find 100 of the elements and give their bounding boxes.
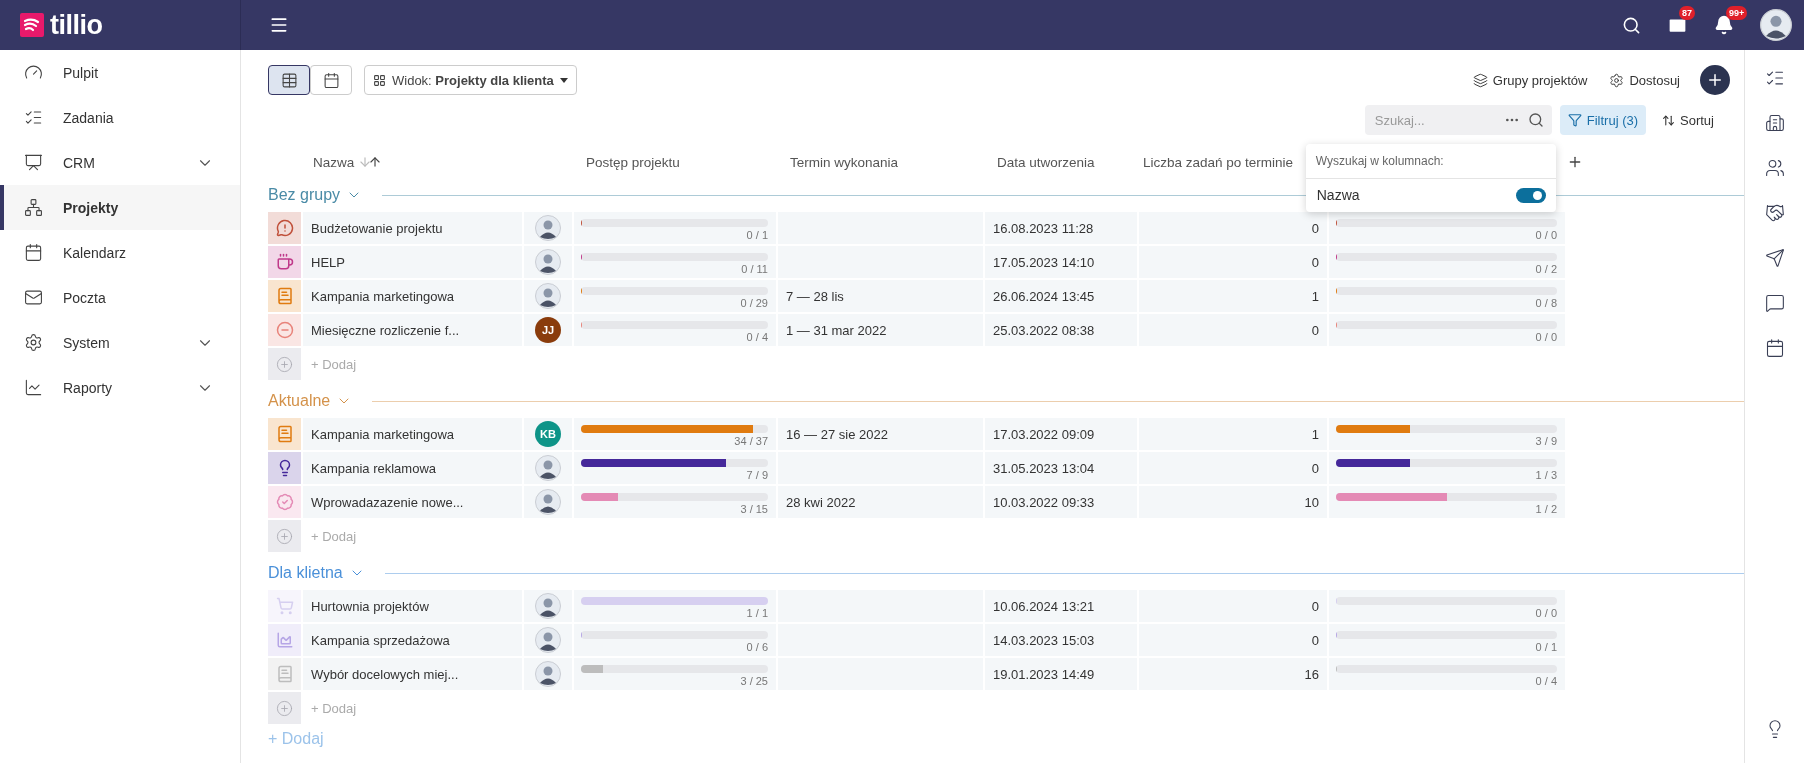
project-name[interactable]: Wybór docelowych miej...	[303, 658, 522, 690]
column-header[interactable]: Nazwa	[303, 154, 522, 170]
nav-item[interactable]: Projekty	[0, 185, 240, 230]
users-icon[interactable]	[1764, 158, 1785, 178]
logo-text: tillio	[50, 9, 103, 41]
view-selector[interactable]: Widok: Projekty dla klienta	[364, 65, 577, 95]
user-avatar	[535, 627, 561, 653]
project-name[interactable]: Kampania sprzedażowa	[303, 624, 522, 656]
search-input[interactable]: Szukaj...	[1372, 111, 1496, 129]
nav-item[interactable]: Pulpit	[0, 50, 240, 95]
overdue-count-cell: 0	[1139, 624, 1327, 656]
created-date-cell: 10.03.2022 09:33	[985, 486, 1137, 518]
nav-item[interactable]: Poczta	[0, 275, 240, 320]
search-icon[interactable]	[1527, 112, 1544, 128]
progress-count: 1 / 1	[746, 607, 768, 619]
nav-label: Kalendarz	[63, 244, 128, 261]
created-date-cell: 17.05.2023 14:10	[985, 246, 1137, 278]
due-date-cell: 16 — 27 sie 2022	[778, 418, 983, 450]
created-date-cell: 31.05.2023 13:04	[985, 452, 1137, 484]
grid-icon	[373, 73, 386, 87]
column-header[interactable]: Termin wykonania	[778, 154, 983, 170]
bell-icon[interactable]	[1714, 15, 1734, 35]
toggle-switch[interactable]	[1515, 187, 1546, 203]
user-avatar	[535, 249, 561, 275]
customize-button[interactable]: Dostosuj	[1601, 72, 1688, 88]
progress-count: 0 / 1	[1535, 641, 1557, 653]
progress-count: 34 / 37	[734, 435, 768, 447]
add-button[interactable]	[1700, 65, 1730, 95]
message-icon[interactable]	[1764, 293, 1785, 313]
progress-count: 0 / 0	[1535, 229, 1557, 241]
overdue-count-cell: 1	[1139, 280, 1327, 312]
project-name[interactable]: Hurtownia projektów	[303, 590, 522, 622]
gauge-icon	[24, 63, 43, 82]
user-avatar	[1760, 9, 1792, 41]
project-name[interactable]: HELP	[303, 246, 522, 278]
nav-label: Projekty	[63, 199, 120, 216]
sort-arrows-icon	[358, 155, 383, 169]
people-board-icon	[24, 153, 43, 172]
overdue-count-cell: 0	[1139, 212, 1327, 244]
overdue-count-cell: 0	[1139, 246, 1327, 278]
progress-count: 0 / 4	[746, 331, 768, 343]
project-name[interactable]: Budżetowanie projektu	[303, 212, 522, 244]
progress-count: 3 / 25	[740, 675, 768, 687]
user-initials: KB	[535, 421, 561, 447]
nav-item[interactable]: System	[0, 320, 240, 365]
nav-item[interactable]: CRM	[0, 140, 240, 185]
progress-count: 1 / 2	[1535, 503, 1557, 515]
progress-count: 0 / 11	[741, 263, 768, 275]
project-groups-button[interactable]: Grupy projektów	[1464, 72, 1596, 88]
created-date-cell: 17.03.2022 09:09	[985, 418, 1137, 450]
column-header[interactable]: Postęp projektu	[574, 154, 776, 170]
add-column-icon[interactable]	[1567, 154, 1583, 170]
due-date-cell: 7 — 28 lis	[778, 280, 983, 312]
nav-label: Zadania	[63, 109, 115, 126]
notification-count: 99+	[1726, 6, 1748, 20]
view-button[interactable]	[268, 65, 310, 95]
group-title[interactable]: Bez grupy	[268, 186, 341, 204]
progress-count: 7 / 9	[746, 469, 768, 481]
settings-icon	[24, 333, 43, 352]
overdue-count-cell: 1	[1139, 418, 1327, 450]
line-chart-icon	[24, 378, 43, 397]
project-name[interactable]: Kampania marketingowa	[303, 418, 522, 450]
caret-icon	[559, 77, 568, 83]
search-field[interactable]: Szukaj...	[1364, 105, 1552, 135]
column-header[interactable]: Data utworzenia	[985, 154, 1137, 170]
nav-item[interactable]: Kalendarz	[0, 230, 240, 275]
project-name[interactable]: Miesięczne rozliczenie f...	[303, 314, 522, 346]
nav-item[interactable]: Zadania	[0, 95, 240, 140]
progress-count: 0 / 0	[1535, 331, 1557, 343]
search-icon[interactable]	[1622, 15, 1641, 35]
filter-button[interactable]: Filtruj (3)	[1559, 105, 1647, 135]
plus-icon	[1706, 71, 1724, 89]
project-name[interactable]: Wprowadazazenie nowe...	[303, 486, 522, 518]
created-date-cell: 19.01.2023 14:49	[985, 658, 1137, 690]
progress-count: 3 / 9	[1535, 435, 1557, 447]
option-label: Nazwa	[1316, 187, 1360, 203]
building-icon[interactable]	[1764, 113, 1785, 133]
menu-icon[interactable]	[269, 15, 289, 35]
due-date-cell: 1 — 31 mar 2022	[778, 314, 983, 346]
project-name[interactable]: Kampania marketingowa	[303, 280, 522, 312]
user-avatar	[535, 661, 561, 687]
progress-count: 0 / 4	[1535, 675, 1557, 687]
calendar-icon[interactable]	[1764, 338, 1785, 358]
send-icon[interactable]	[1764, 248, 1785, 268]
created-date-cell: 14.03.2023 15:03	[985, 624, 1137, 656]
funnel-icon	[1567, 113, 1582, 127]
nav-item[interactable]: Raporty	[0, 365, 240, 410]
due-date-cell: 28 kwi 2022	[778, 486, 983, 518]
progress-count: 0 / 8	[1535, 297, 1557, 309]
progress-count: 0 / 1	[746, 229, 768, 241]
user-avatar	[535, 455, 561, 481]
created-date-cell: 25.03.2022 08:38	[985, 314, 1137, 346]
progress-count: 1 / 3	[1535, 469, 1557, 481]
sort-button[interactable]: Sortuj	[1654, 112, 1722, 128]
user-initials: JJ	[535, 317, 561, 343]
project-name[interactable]: Kampania reklamowa	[303, 452, 522, 484]
progress-count: 0 / 6	[746, 641, 768, 653]
handshake-icon[interactable]	[1764, 203, 1785, 223]
calendar-icon	[322, 71, 340, 89]
user-avatar	[535, 593, 561, 619]
